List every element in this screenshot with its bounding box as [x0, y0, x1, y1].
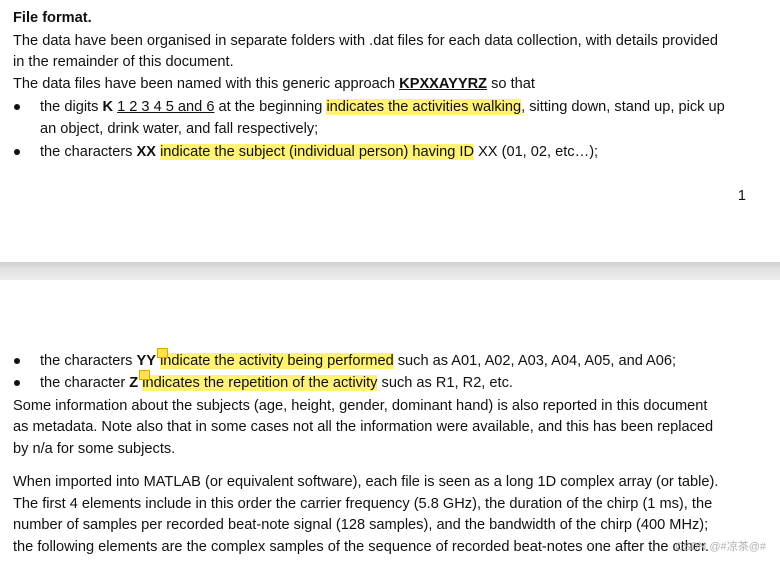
paragraph-line: number of samples per recorded beat-note…	[13, 517, 709, 533]
paragraph-line: the following elements are the complex s…	[13, 539, 710, 555]
bullet-text: the digits K 1 2 3 4 5 and 6 at the begi…	[40, 99, 725, 115]
highlighted-text[interactable]: indicate the activity being performed	[160, 353, 394, 369]
bullet-text: the characters YY indicate the activity …	[40, 353, 677, 369]
highlighted-text[interactable]: indicates the activities walking	[326, 99, 522, 115]
paragraph-line: The data have been organised in separate…	[13, 33, 718, 49]
bullet-text: the characters XX indicate the subject (…	[40, 144, 599, 160]
paragraph-line: in the remainder of this document.	[13, 54, 234, 70]
bullet-text: the character Z indicates the repetition…	[40, 375, 513, 391]
bullet-point	[14, 104, 20, 110]
paragraph-line: The first 4 elements include in this ord…	[13, 496, 713, 512]
comment-icon[interactable]	[139, 370, 150, 380]
bullet-point	[14, 149, 20, 155]
paragraph-line: by n/a for some subjects.	[13, 441, 176, 457]
comment-icon[interactable]	[157, 348, 168, 358]
paragraph-line: When imported into MATLAB (or equivalent…	[13, 474, 719, 490]
section-heading: File format.	[13, 10, 92, 26]
document-page-1: File format. The data have been organise…	[0, 0, 780, 262]
highlighted-text[interactable]: indicates the repetition of the activity	[142, 375, 378, 391]
paragraph-line: as metadata. Note also that in some case…	[13, 419, 714, 435]
bullet-text-continuation: an object, drink water, and fall respect…	[40, 121, 319, 137]
bullet-point	[14, 358, 20, 364]
page-separator	[0, 262, 780, 280]
paragraph-line: Some information about the subjects (age…	[13, 398, 708, 414]
paragraph-line: The data files have been named with this…	[13, 76, 535, 92]
bullet-point	[14, 380, 20, 386]
filename-pattern: KPXXAYYRZ	[399, 76, 488, 92]
document-page-2: the characters YY indicate the activity …	[0, 280, 780, 563]
watermark: CSDN @#凉茶@#	[675, 541, 766, 553]
highlighted-text[interactable]: indicate the subject (individual person)…	[160, 144, 475, 160]
page-number: 1	[737, 188, 746, 204]
